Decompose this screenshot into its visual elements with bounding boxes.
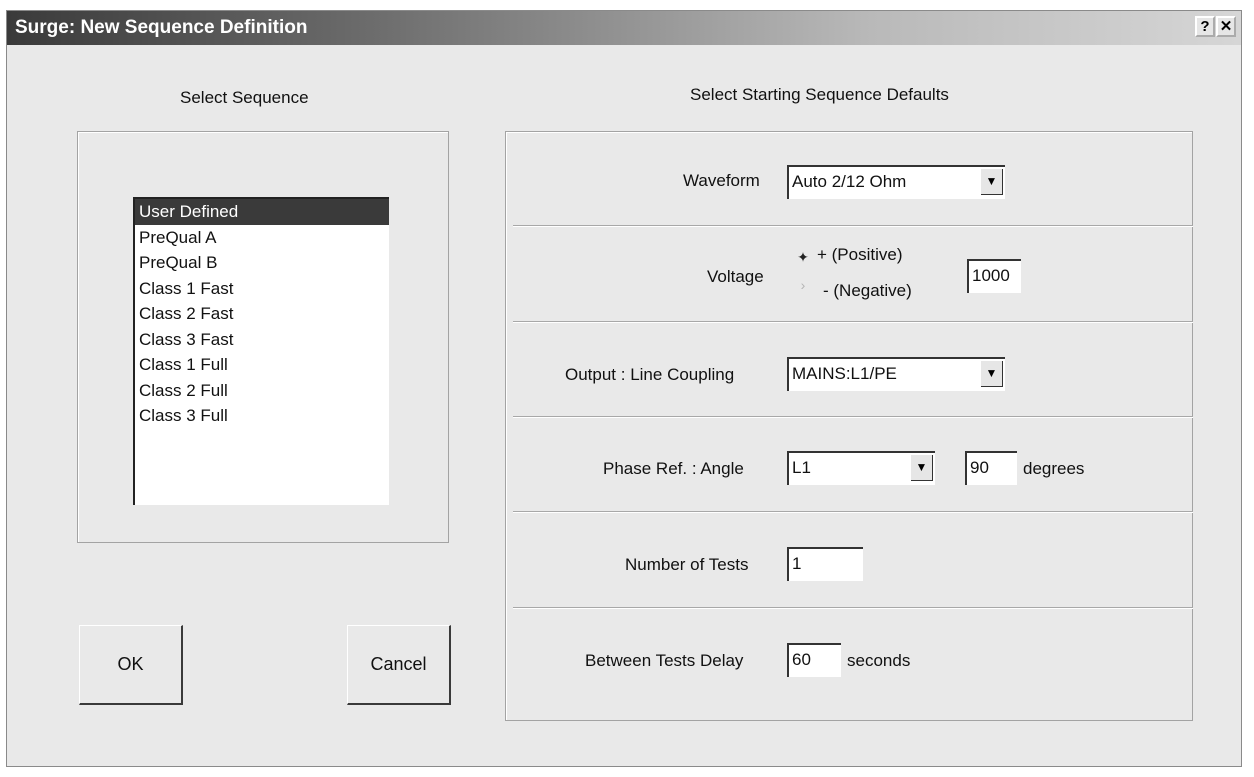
waveform-label: Waveform (683, 171, 760, 190)
ok-button[interactable]: OK (79, 625, 183, 705)
radio-unselected-icon[interactable]: › (797, 278, 809, 292)
select-sequence-header: Select Sequence (180, 88, 309, 107)
list-item[interactable]: User Defined (135, 199, 389, 225)
help-button[interactable]: ? (1195, 16, 1215, 37)
chevron-down-icon[interactable]: ▼ (911, 455, 933, 481)
degrees-unit-label: degrees (1023, 459, 1085, 478)
list-item[interactable]: Class 1 Full (135, 352, 389, 378)
negative-option-label: - (Negative) (823, 281, 912, 300)
title-bar[interactable]: Surge: New Sequence Definition ? ✕ (7, 11, 1241, 45)
seconds-unit-label: seconds (847, 651, 911, 670)
output-coupling-label: Output : Line Coupling (565, 365, 735, 384)
phase-angle-input[interactable]: 90 (965, 451, 1017, 485)
sequence-listbox[interactable]: User Defined PreQual A PreQual B Class 1… (133, 197, 389, 505)
chevron-down-icon[interactable]: ▼ (981, 361, 1003, 387)
output-coupling-select[interactable]: MAINS:L1/PE ▼ (787, 357, 1005, 391)
list-item[interactable]: Class 2 Fast (135, 301, 389, 327)
list-item[interactable]: Class 1 Fast (135, 276, 389, 302)
close-button[interactable]: ✕ (1216, 16, 1236, 37)
between-tests-delay-label: Between Tests Delay (585, 651, 744, 670)
between-tests-delay-input[interactable]: 60 (787, 643, 841, 677)
list-item[interactable]: PreQual B (135, 250, 389, 276)
list-item[interactable]: Class 3 Fast (135, 327, 389, 353)
positive-option-label: + (Positive) (817, 245, 903, 264)
list-item[interactable]: Class 3 Full (135, 403, 389, 429)
number-of-tests-input[interactable]: 1 (787, 547, 863, 581)
voltage-label: Voltage (707, 267, 764, 286)
list-item[interactable]: Class 2 Full (135, 378, 389, 404)
row-divider (513, 416, 1193, 417)
list-item[interactable]: PreQual A (135, 225, 389, 251)
row-divider (513, 607, 1193, 608)
phase-ref-label: Phase Ref. : Angle (603, 459, 744, 478)
row-divider (513, 225, 1193, 226)
row-divider (513, 321, 1193, 322)
phase-ref-value: L1 (792, 458, 811, 477)
voltage-input[interactable]: 1000 (967, 259, 1021, 293)
number-of-tests-label: Number of Tests (625, 555, 749, 574)
chevron-down-icon[interactable]: ▼ (981, 169, 1003, 195)
defaults-panel (505, 131, 1193, 721)
dialog-window: Surge: New Sequence Definition ? ✕ Selec… (6, 10, 1242, 767)
waveform-select[interactable]: Auto 2/12 Ohm ▼ (787, 165, 1005, 199)
cancel-button[interactable]: Cancel (347, 625, 451, 705)
phase-ref-select[interactable]: L1 ▼ (787, 451, 935, 485)
window-title: Surge: New Sequence Definition (15, 17, 308, 38)
output-coupling-value: MAINS:L1/PE (792, 364, 897, 383)
waveform-value: Auto 2/12 Ohm (792, 172, 907, 191)
radio-selected-icon[interactable]: ✦ (797, 250, 809, 264)
defaults-header: Select Starting Sequence Defaults (690, 85, 949, 104)
row-divider (513, 511, 1193, 512)
